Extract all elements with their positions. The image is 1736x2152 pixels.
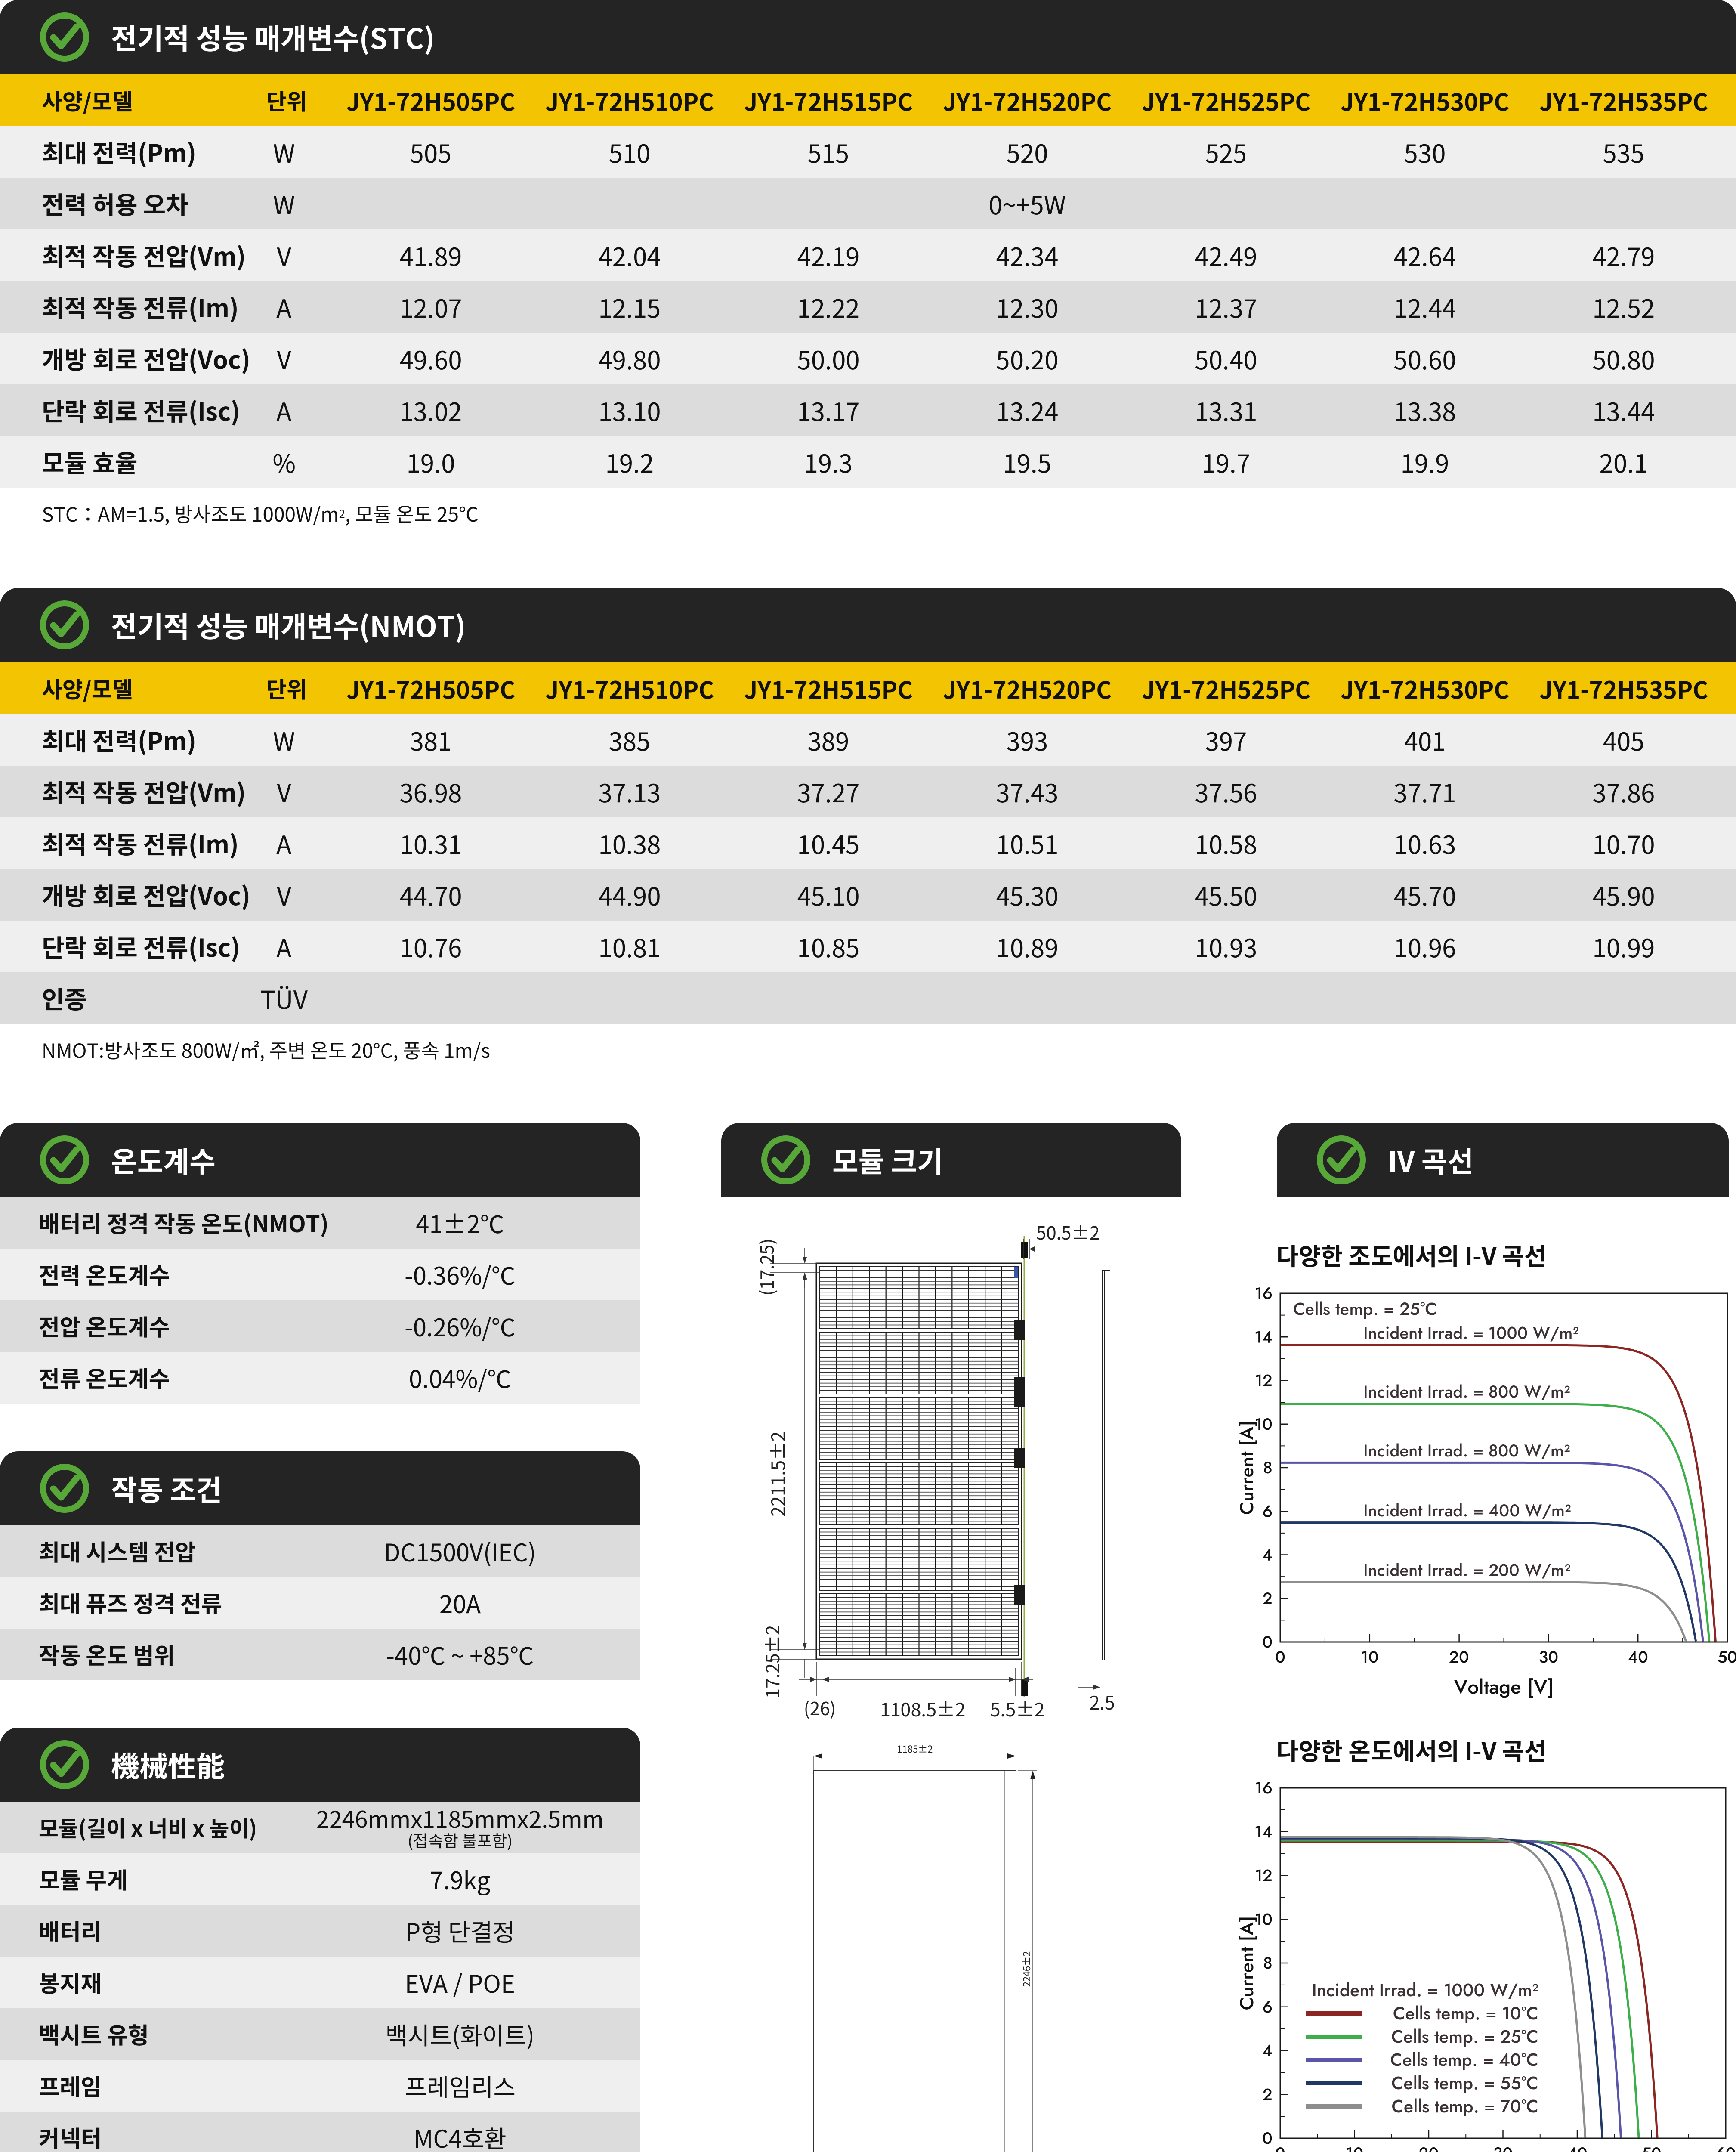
svg-text:30: 30 bbox=[1539, 1645, 1559, 1669]
svg-text:60: 60 bbox=[1715, 2142, 1736, 2152]
svg-text:50.5±2: 50.5±2 bbox=[1036, 1219, 1100, 1245]
svg-text:30: 30 bbox=[1493, 2142, 1513, 2152]
svg-text:8: 8 bbox=[1263, 1951, 1273, 1975]
svg-text:Voltage [V]: Voltage [V] bbox=[1454, 1673, 1554, 1701]
svg-text:2: 2 bbox=[1263, 2083, 1273, 2106]
svg-text:16: 16 bbox=[1255, 1282, 1273, 1305]
svg-text:4: 4 bbox=[1262, 1543, 1273, 1567]
svg-text:1185±2: 1185±2 bbox=[897, 1742, 933, 1756]
svg-text:0: 0 bbox=[1262, 2127, 1273, 2150]
svg-text:Cells temp. = 40°C: Cells temp. = 40°C bbox=[1390, 2047, 1538, 2073]
svg-text:20: 20 bbox=[1449, 1645, 1469, 1669]
svg-text:50: 50 bbox=[1717, 1645, 1736, 1669]
svg-text:Incident Irrad. = 400 W/m²: Incident Irrad. = 400 W/m² bbox=[1363, 1498, 1571, 1523]
svg-text:12: 12 bbox=[1255, 1864, 1273, 1888]
svg-text:(17.25): (17.25) bbox=[753, 1238, 779, 1296]
svg-text:Incident Irrad. = 800 W/m²: Incident Irrad. = 800 W/m² bbox=[1363, 1438, 1570, 1463]
svg-text:2: 2 bbox=[1263, 1587, 1273, 1611]
svg-text:10: 10 bbox=[1346, 2142, 1364, 2152]
svg-text:12: 12 bbox=[1255, 1369, 1273, 1393]
svg-text:Cells temp. = 25°C: Cells temp. = 25°C bbox=[1391, 2024, 1538, 2050]
svg-text:40: 40 bbox=[1628, 1645, 1648, 1669]
svg-text:40: 40 bbox=[1567, 2142, 1588, 2152]
svg-text:2211.5±2: 2211.5±2 bbox=[764, 1432, 791, 1517]
svg-text:10: 10 bbox=[1361, 1645, 1379, 1669]
svg-text:0: 0 bbox=[1262, 1630, 1273, 1654]
svg-text:17.25±2: 17.25±2 bbox=[759, 1625, 785, 1698]
svg-text:Cells temp. = 55°C: Cells temp. = 55°C bbox=[1391, 2071, 1538, 2096]
svg-text:2246±2: 2246±2 bbox=[1019, 1951, 1033, 1987]
svg-text:Current [A]: Current [A] bbox=[1233, 1421, 1260, 1515]
svg-text:Cells temp. = 25°C: Cells temp. = 25°C bbox=[1293, 1296, 1437, 1321]
svg-text:6: 6 bbox=[1263, 1995, 1273, 2019]
svg-text:0: 0 bbox=[1275, 1645, 1285, 1669]
svg-text:Current [A]: Current [A] bbox=[1233, 1916, 1260, 2010]
svg-text:Cells temp. = 70°C: Cells temp. = 70°C bbox=[1392, 2094, 1538, 2119]
svg-text:1108.5±2: 1108.5±2 bbox=[880, 1695, 965, 1722]
svg-text:14: 14 bbox=[1254, 1325, 1273, 1349]
svg-text:2.5: 2.5 bbox=[1089, 1688, 1115, 1715]
svg-text:Cells temp. = 10°C: Cells temp. = 10°C bbox=[1393, 2001, 1538, 2026]
svg-text:20: 20 bbox=[1419, 2142, 1439, 2152]
svg-text:8: 8 bbox=[1263, 1456, 1273, 1480]
svg-text:(26): (26) bbox=[803, 1694, 836, 1721]
svg-text:Incident Irrad. = 1000 W/m²: Incident Irrad. = 1000 W/m² bbox=[1312, 1978, 1538, 2003]
svg-text:16: 16 bbox=[1255, 1776, 1273, 1800]
svg-text:4: 4 bbox=[1262, 2039, 1273, 2063]
svg-text:Incident Irrad. = 800 W/m²: Incident Irrad. = 800 W/m² bbox=[1363, 1379, 1570, 1404]
svg-text:0: 0 bbox=[1275, 2142, 1285, 2152]
svg-text:5.5±2: 5.5±2 bbox=[990, 1695, 1045, 1722]
svg-text:Incident Irrad. = 1000 W/m²: Incident Irrad. = 1000 W/m² bbox=[1363, 1321, 1579, 1345]
svg-text:6: 6 bbox=[1263, 1500, 1273, 1523]
svg-text:50: 50 bbox=[1641, 2142, 1661, 2152]
svg-text:Incident Irrad. = 200 W/m²: Incident Irrad. = 200 W/m² bbox=[1363, 1558, 1571, 1582]
svg-text:14: 14 bbox=[1254, 1820, 1273, 1844]
